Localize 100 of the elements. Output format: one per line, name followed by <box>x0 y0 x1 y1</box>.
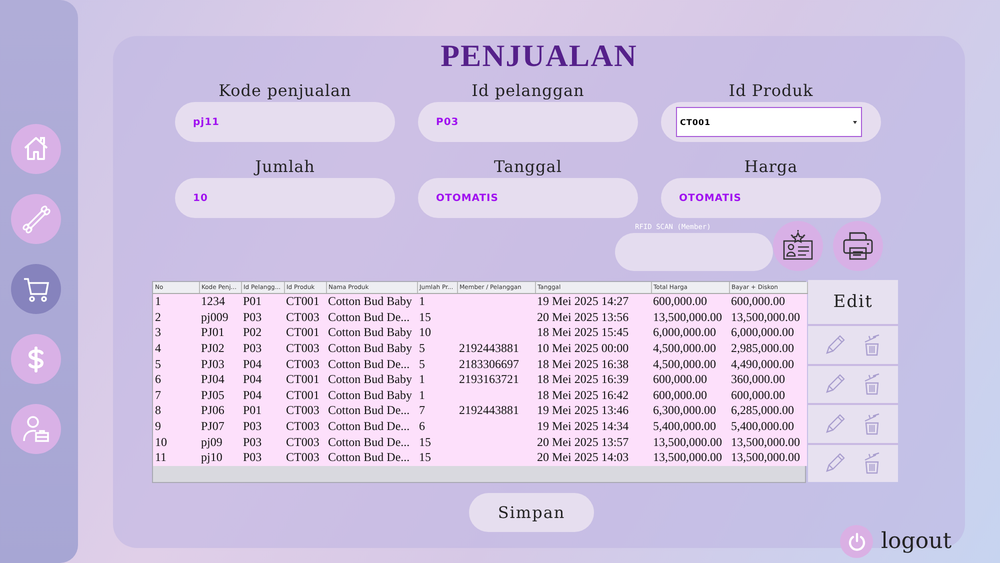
table-cell: 20 Mei 2025 13:57 <box>537 434 629 449</box>
table-cell: 11 <box>155 450 167 464</box>
table-cell: 10 Mei 2025 00:00 <box>537 341 629 356</box>
table-cell: 2 <box>155 310 161 324</box>
table-cell: 18 Mei 2025 16:42 <box>537 388 629 402</box>
table-cell: 6,000,000.00 <box>731 325 794 340</box>
table-cell: 5,400,000.00 <box>653 419 716 434</box>
table-cell: P03 <box>243 310 262 324</box>
table-cell: PJ05 <box>201 388 224 402</box>
table-cell: CT001 <box>286 325 320 340</box>
table-cell: 1 <box>419 294 425 308</box>
field-label: Jumlah <box>255 156 315 178</box>
table-cell: 2183306697 <box>459 356 519 371</box>
table-cell: PJ01 <box>201 325 224 340</box>
table-cell: 600,000.00 <box>653 294 707 308</box>
table-cell: 360,000.00 <box>731 372 785 386</box>
table-cell: 2,985,000.00 <box>731 341 794 356</box>
table-cell: 600,000.00 <box>653 388 707 402</box>
print-button[interactable] <box>833 221 883 271</box>
product-dropdown[interactable]: CT001 <box>676 107 862 137</box>
table-cell: CT003 <box>286 450 320 464</box>
table-cell: 15 <box>419 310 431 324</box>
table-cell: 10 <box>155 434 167 449</box>
table-cell: 13,500,000.00 <box>731 450 800 464</box>
table-cell: CT001 <box>286 372 320 386</box>
table-cell: P03 <box>243 434 262 449</box>
nav-button[interactable] <box>11 334 61 384</box>
table-cell: P01 <box>243 403 262 418</box>
table-cell: CT003 <box>286 341 320 356</box>
pencil-icon[interactable] <box>824 412 846 435</box>
pencil-icon[interactable] <box>824 334 846 356</box>
member-card-button[interactable] <box>773 221 823 271</box>
nav-button[interactable] <box>11 404 61 454</box>
table-cell: PJ03 <box>201 356 224 371</box>
input-field[interactable]: OTOMATIS <box>418 178 638 218</box>
nav-button[interactable] <box>11 124 61 174</box>
table-cell: 4,490,000.00 <box>731 356 794 371</box>
pencil-icon[interactable] <box>824 373 846 396</box>
field-label: Tanggal <box>494 156 562 178</box>
table-cell: 13,500,000.00 <box>653 434 722 449</box>
table-cell: Cotton Bud Baby <box>328 294 412 308</box>
table-cell: Cotton Bud De... <box>328 434 410 449</box>
table-cell: CT003 <box>286 434 320 449</box>
table-cell: 18 Mei 2025 16:39 <box>537 372 629 386</box>
table-cell: P03 <box>243 341 262 356</box>
table-cell: 15 <box>419 434 431 449</box>
table-cell: 2192443881 <box>459 341 519 356</box>
table-cell: CT001 <box>286 388 320 402</box>
table-cell: 1 <box>419 372 425 386</box>
table-cell: 13,500,000.00 <box>653 450 722 464</box>
table-cell: Cotton Bud Baby <box>328 372 412 386</box>
table-cell: 13,500,000.00 <box>653 310 722 324</box>
table-cell: 6 <box>419 419 425 434</box>
nav-button[interactable] <box>11 194 61 244</box>
table-cell: Cotton Bud Baby <box>328 388 412 402</box>
table-cell: 6,300,000.00 <box>653 403 716 418</box>
table-cell: 1 <box>155 294 161 308</box>
field-label: Kode penjualan <box>218 80 352 102</box>
table-cell: Cotton Bud De... <box>328 356 410 371</box>
input-field[interactable]: P03 <box>418 102 638 142</box>
table-cell: P04 <box>243 388 262 402</box>
input-field[interactable]: 10 <box>175 178 395 218</box>
table-cell: 4 <box>155 341 161 356</box>
table-cell: 5,400,000.00 <box>731 419 794 434</box>
table-cell: P03 <box>243 419 262 434</box>
input-field[interactable]: OTOMATIS <box>661 178 881 218</box>
user-briefcase-icon <box>21 414 51 444</box>
table-cell: P04 <box>243 372 262 386</box>
table-cell: 600,000.00 <box>731 388 785 402</box>
table-cell: P03 <box>243 450 262 464</box>
logout-link[interactable]: logout <box>881 529 952 554</box>
table-cell: 2193163721 <box>459 372 519 386</box>
table-cell: Cotton Bud De... <box>328 310 410 324</box>
table-cell: CT001 <box>286 294 320 308</box>
table-cell: 15 <box>419 450 431 464</box>
edit-button[interactable]: Edit <box>808 280 898 324</box>
table-cell: 18 Mei 2025 16:38 <box>537 356 629 371</box>
table-cell: 2192443881 <box>459 403 519 418</box>
rfid-input-field[interactable] <box>615 233 773 271</box>
table-cell: 7 <box>419 403 425 418</box>
nav-button[interactable] <box>11 264 61 314</box>
input-field[interactable]: pj11 <box>175 102 395 142</box>
table-cell: 3 <box>155 325 161 340</box>
table-cell: Cotton Bud De... <box>328 419 410 434</box>
save-button[interactable]: Simpan <box>469 493 594 532</box>
table-cell: PJ04 <box>201 372 224 386</box>
table-cell: 4,500,000.00 <box>653 356 716 371</box>
table-cell: 20 Mei 2025 13:56 <box>537 310 629 324</box>
table-cell: PJ07 <box>201 419 224 434</box>
table-cell: Cotton Bud Baby <box>328 325 412 340</box>
member-card-icon <box>782 230 814 262</box>
table-cell: P02 <box>243 325 262 340</box>
power-button[interactable] <box>840 525 873 558</box>
table-cell: 6 <box>155 372 161 386</box>
pencil-icon[interactable] <box>824 452 846 474</box>
table-cell: P01 <box>243 294 262 308</box>
table-cell: 6,285,000.00 <box>731 403 794 418</box>
cotton-swab-icon <box>21 204 51 234</box>
table-cell: 6,000,000.00 <box>653 325 716 340</box>
table-cell: 7 <box>155 388 161 402</box>
